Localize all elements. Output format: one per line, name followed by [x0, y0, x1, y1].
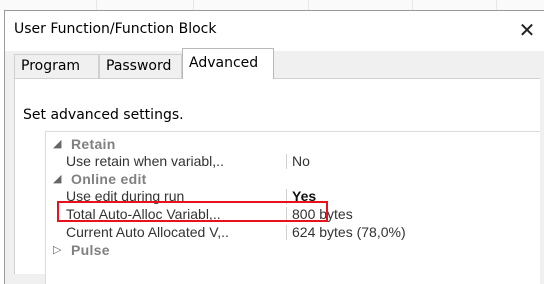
column-divider — [286, 189, 287, 204]
property-value[interactable]: Yes — [292, 188, 316, 205]
tab-password[interactable]: Password — [99, 54, 182, 78]
property-row-use-retain[interactable]: Use retain when variabl,.. No — [46, 153, 541, 170]
category-label: Pulse — [71, 242, 110, 258]
property-name: Use retain when variabl,.. — [66, 153, 224, 169]
property-value[interactable]: 624 bytes (78,0%) — [292, 224, 406, 241]
property-name: Use edit during run — [66, 188, 185, 204]
category-label: Online edit — [71, 171, 147, 187]
column-divider — [286, 154, 287, 169]
tab-program[interactable]: Program — [14, 54, 99, 78]
background-app-strip — [0, 0, 544, 10]
property-name: Current Auto Allocated V,.. — [66, 224, 229, 240]
category-label: Retain — [71, 136, 116, 152]
property-value[interactable]: 800 bytes — [292, 206, 353, 223]
property-name: Total Auto-Alloc Variabl,.. — [66, 206, 221, 222]
category-retain[interactable]: ◢ Retain — [46, 136, 541, 153]
property-row-total-auto-alloc[interactable]: Total Auto-Alloc Variabl,.. 800 bytes — [46, 206, 541, 223]
property-row-use-edit-during-run[interactable]: Use edit during run Yes — [46, 188, 541, 205]
collapse-arrow-icon[interactable]: ◢ — [53, 171, 61, 188]
close-icon[interactable]: ✕ — [514, 17, 540, 43]
expand-arrow-icon[interactable]: ▷ — [53, 242, 61, 259]
window-title: User Function/Function Block — [14, 21, 217, 37]
category-online-edit[interactable]: ◢ Online edit — [46, 171, 541, 188]
title-bar: User Function/Function Block ✕ — [5, 11, 544, 51]
column-divider — [286, 207, 287, 222]
tab-advanced[interactable]: Advanced — [182, 48, 274, 79]
collapse-arrow-icon[interactable]: ◢ — [53, 136, 61, 153]
category-pulse[interactable]: ▷ Pulse — [46, 242, 541, 259]
property-value[interactable]: No — [292, 153, 310, 170]
property-row-current-auto-allocated[interactable]: Current Auto Allocated V,.. 624 bytes (7… — [46, 224, 541, 241]
column-divider — [286, 225, 287, 240]
property-grid[interactable]: ◢ Retain Use retain when variabl,.. No ◢… — [45, 131, 540, 284]
panel-heading: Set advanced settings. — [23, 107, 184, 123]
